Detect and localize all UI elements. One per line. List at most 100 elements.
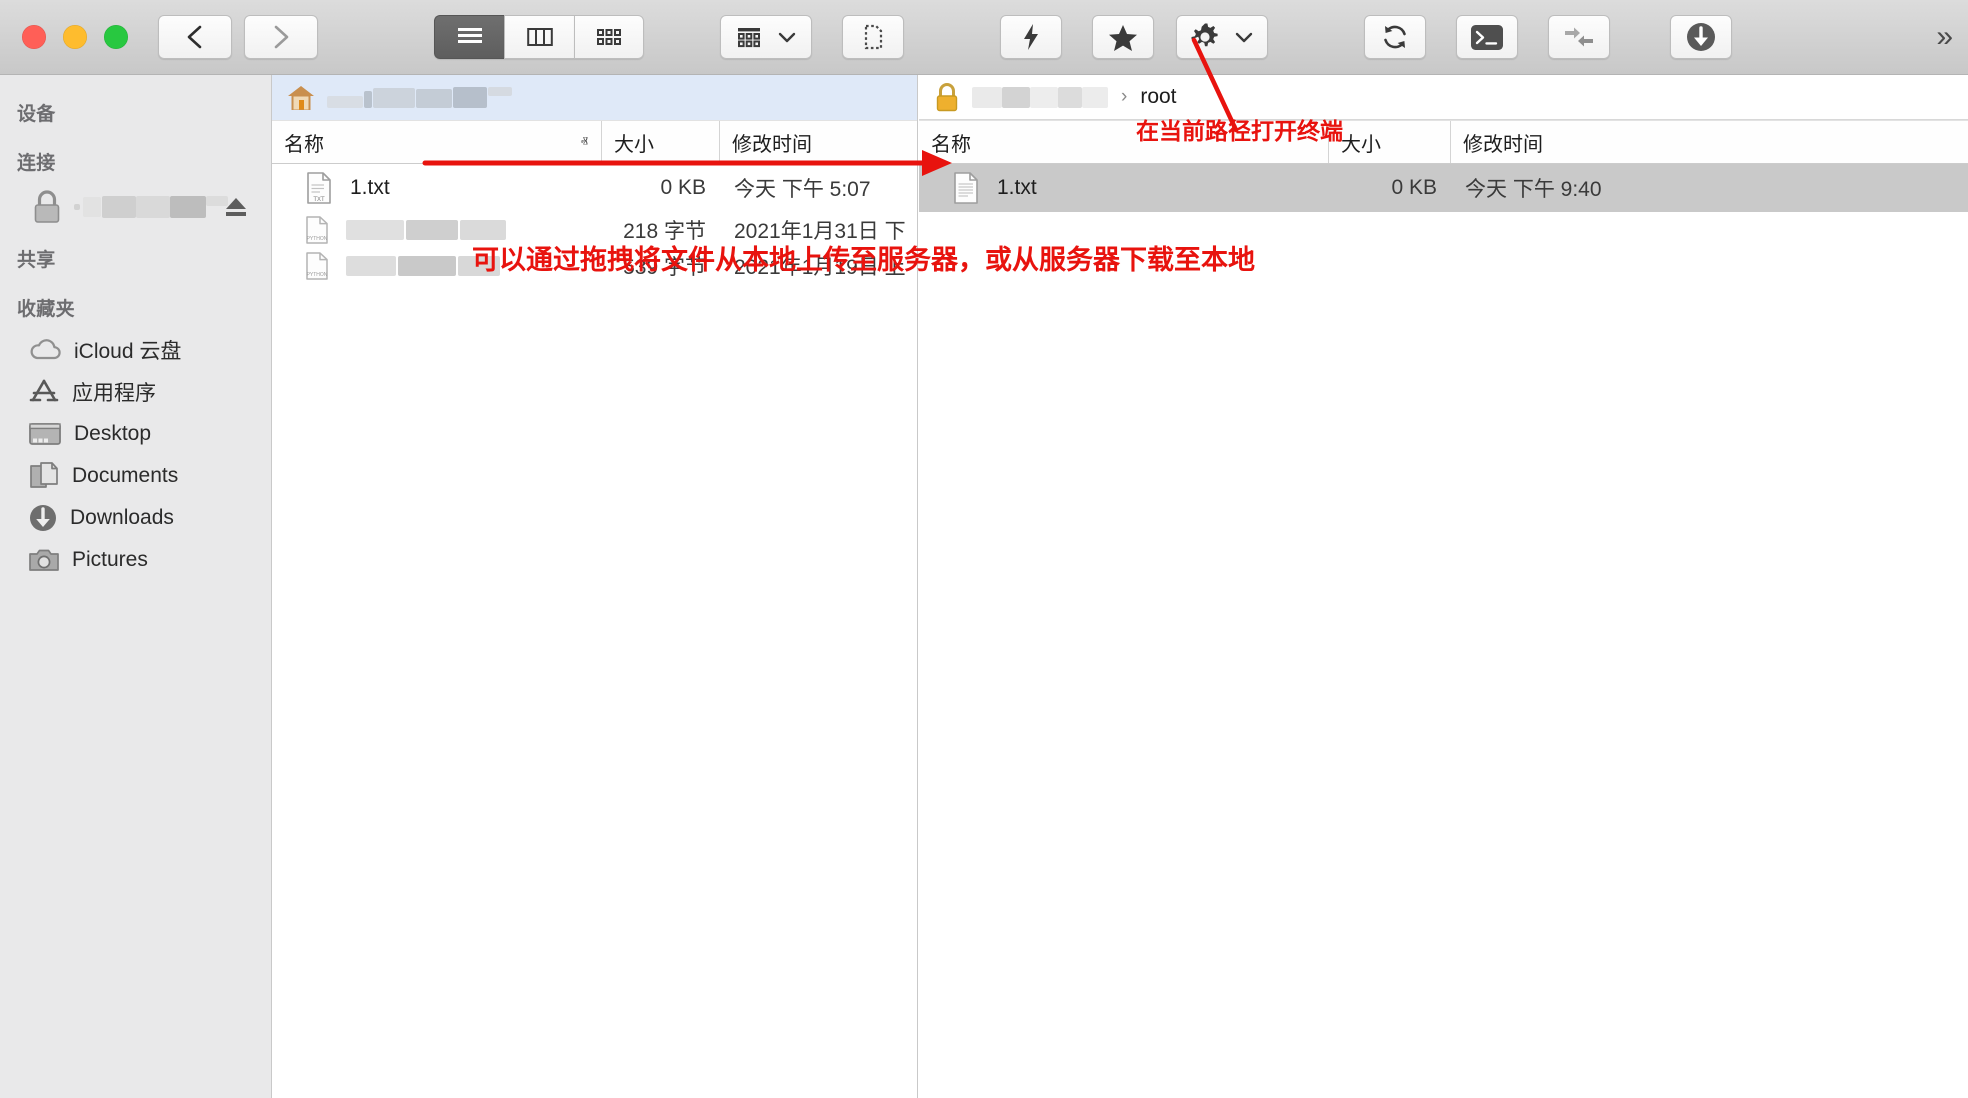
grid-view-icon <box>597 29 621 45</box>
sidebar-header-connections: 连接 <box>17 153 56 174</box>
local-row-date-cell: 今天 下午 5:07 <box>734 178 871 201</box>
python-file-icon: PYTHON <box>306 216 328 244</box>
arrange-button[interactable] <box>720 15 812 59</box>
local-col-name[interactable]: 名称 ⱏ <box>272 121 602 163</box>
new-selection-button[interactable] <box>842 15 904 59</box>
cloud-icon <box>30 339 61 360</box>
chevron-down-icon <box>778 32 796 43</box>
zoom-button[interactable] <box>104 25 128 49</box>
local-row-name-cell: PYTHON <box>272 212 602 248</box>
remote-host-redacted <box>972 86 1108 108</box>
sidebar-header-shared: 共享 <box>17 250 56 271</box>
local-path-bar[interactable] <box>272 75 917 120</box>
sidebar-item-desktop[interactable]: Desktop <box>0 413 271 455</box>
local-row-name-cell: PYTHON <box>272 248 602 284</box>
star-icon <box>1109 24 1137 51</box>
remote-row-date-cell: 今天 下午 9:40 <box>1465 178 1602 201</box>
sidebar-item-downloads[interactable]: Downloads <box>0 497 271 539</box>
sidebar-item-pictures[interactable]: Pictures <box>0 539 271 581</box>
column-view-icon <box>526 28 553 46</box>
favorite-button[interactable] <box>1092 15 1154 59</box>
table-row[interactable]: TXT 1.txt 0 KB 今天 下午 5:07 <box>272 164 917 212</box>
text-file-icon <box>954 172 978 204</box>
eject-icon[interactable] <box>223 194 249 220</box>
applications-icon <box>29 379 59 402</box>
download-circle-icon <box>1687 23 1715 51</box>
download-button[interactable] <box>1670 15 1732 59</box>
file-name: 1.txt <box>997 176 1037 199</box>
file-name-redacted <box>346 220 506 240</box>
local-col-size[interactable]: 大小 <box>602 121 720 163</box>
refresh-button[interactable] <box>1364 15 1426 59</box>
close-button[interactable] <box>22 25 46 49</box>
list-view-icon <box>457 28 482 43</box>
sidebar-item-icloud[interactable]: iCloud 云盘 <box>0 329 271 371</box>
home-icon <box>288 85 314 110</box>
remote-file-pane: › root 名称 大小 修改时间 1.txt 0 KB 今天 下午 9:40 <box>919 75 1968 1098</box>
open-terminal-button[interactable] <box>1456 15 1518 59</box>
grid-view-button[interactable] <box>574 15 644 59</box>
refresh-icon <box>1384 25 1406 49</box>
local-row-name-cell: TXT 1.txt <box>272 164 602 212</box>
list-view-button[interactable] <box>434 15 504 59</box>
breadcrumb-current: root <box>1140 85 1177 108</box>
quick-action-button[interactable] <box>1000 15 1062 59</box>
svg-text:PYTHON: PYTHON <box>307 272 328 278</box>
sync-button[interactable] <box>1548 15 1610 59</box>
remote-row-size-cell: 0 KB <box>1391 176 1437 199</box>
table-row[interactable]: PYTHON 218 字节 2021年1月31日 下 <box>272 212 917 248</box>
file-name-redacted <box>346 256 500 276</box>
sidebar-item-connection[interactable] <box>0 183 271 231</box>
local-row-date-cell: 2021年1月31日 下 <box>734 220 906 243</box>
remote-column-headers: 名称 大小 修改时间 <box>919 120 1968 164</box>
traffic-light-group <box>0 25 128 49</box>
remote-row-name-cell: 1.txt <box>919 164 1329 212</box>
svg-text:PYTHON: PYTHON <box>307 236 328 242</box>
column-view-button[interactable] <box>504 15 574 59</box>
forward-button[interactable] <box>244 15 318 59</box>
back-button[interactable] <box>158 15 232 59</box>
refresh-group <box>1364 15 1426 59</box>
terminal-icon <box>1471 24 1503 50</box>
settings-button[interactable] <box>1176 15 1268 59</box>
minimize-button[interactable] <box>63 25 87 49</box>
settings-group <box>1176 15 1268 59</box>
sync-group <box>1548 15 1610 59</box>
lock-icon <box>34 190 60 223</box>
local-col-date[interactable]: 修改时间 <box>720 121 916 163</box>
favorite-group <box>1092 15 1154 59</box>
sidebar-item-label: iCloud 云盘 <box>74 340 182 363</box>
svg-text:TXT: TXT <box>313 197 325 203</box>
terminal-group <box>1456 15 1518 59</box>
remote-col-name[interactable]: 名称 <box>919 121 1329 163</box>
sidebar-header-favorites: 收藏夹 <box>17 299 75 320</box>
sidebar-item-documents[interactable]: Documents <box>0 455 271 497</box>
remote-path-bar[interactable]: › root <box>919 75 1968 120</box>
sidebar-item-label: Desktop <box>74 422 152 445</box>
lock-icon-gold <box>936 83 958 112</box>
remote-col-size[interactable]: 大小 <box>1329 121 1451 163</box>
sidebar-item-applications[interactable]: 应用程序 <box>0 371 271 413</box>
local-row-size-cell: 539 字节 <box>623 256 706 279</box>
dashed-rect-icon <box>864 24 883 50</box>
sidebar-item-label: Documents <box>72 464 179 487</box>
txt-file-icon: TXT <box>307 172 331 204</box>
breadcrumb-separator: › <box>1121 86 1128 107</box>
sidebar: 设备 连接 共享 收藏夹 iCloud 云盘 应用程序 Desktop Docu… <box>0 75 272 1098</box>
chevron-left-icon <box>187 25 202 49</box>
arrange-icon <box>738 28 760 48</box>
table-row[interactable]: PYTHON 539 字节 2021年1月19日 上 <box>272 248 917 284</box>
local-row-size-cell: 0 KB <box>660 176 706 199</box>
connection-name-redacted <box>74 196 228 218</box>
local-file-pane: 名称 ⱏ 大小 修改时间 TXT 1.txt 0 KB 今天 下午 5:07 P… <box>272 75 918 1098</box>
remote-col-date[interactable]: 修改时间 <box>1451 121 1651 163</box>
sync-arrows-icon <box>1565 27 1593 47</box>
sidebar-item-label: Downloads <box>70 506 174 529</box>
selection-group <box>842 15 904 59</box>
download-group <box>1670 15 1732 59</box>
file-name: 1.txt <box>350 176 390 199</box>
table-row[interactable]: 1.txt 0 KB 今天 下午 9:40 <box>919 164 1968 212</box>
python-file-icon: PYTHON <box>306 252 328 280</box>
sidebar-item-label: Pictures <box>72 548 148 571</box>
toolbar-overflow-button[interactable]: » <box>1936 20 1953 54</box>
